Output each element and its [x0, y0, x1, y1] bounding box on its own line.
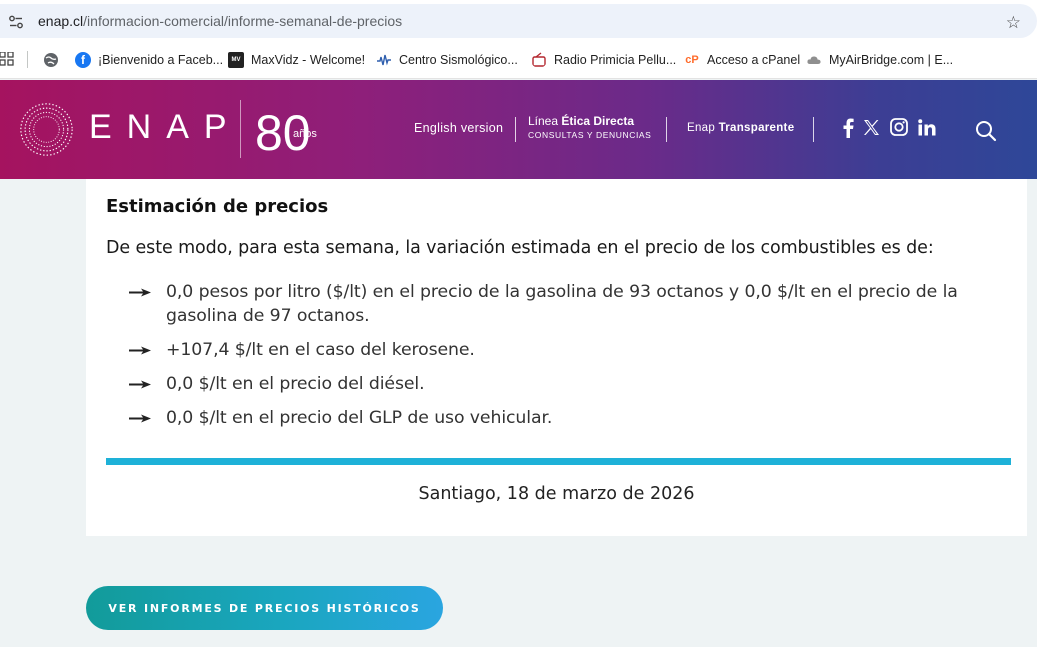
arrow-bullet-icon	[129, 414, 151, 423]
bookmarks-separator	[27, 51, 28, 68]
linea-subtitle: CONSULTAS Y DENUNCIAS	[528, 130, 652, 140]
enap-logo-icon[interactable]	[18, 101, 75, 158]
bookmark-radio[interactable]: Radio Primicia Pellu...	[531, 49, 676, 71]
list-item-text: 0,0 $/lt en el precio del diésel.	[166, 374, 425, 394]
bookmark-sismologico[interactable]: Centro Sismológico...	[376, 49, 518, 71]
anniversary-word: años	[293, 128, 317, 140]
price-variation-list: 0,0 pesos por litro ($/lt) en el precio …	[129, 280, 1019, 440]
bookmark-label: Centro Sismológico...	[399, 53, 518, 67]
list-item-text: 0,0 $/lt en el precio del GLP de uso veh…	[166, 408, 553, 428]
price-estimate-card: Estimación de precios De este modo, para…	[86, 179, 1027, 536]
bookmark-facebook[interactable]: f ¡Bienvenido a Faceb...	[75, 49, 223, 71]
arrow-bullet-icon	[129, 380, 151, 389]
bookmark-maxvidz[interactable]: MV MaxVidz - Welcome!	[228, 49, 365, 71]
list-item: 0,0 $/lt en el precio del diésel.	[129, 372, 1019, 396]
search-icon[interactable]	[975, 120, 997, 142]
radio-icon	[532, 52, 546, 67]
linkedin-icon[interactable]	[918, 119, 936, 136]
url-host: enap.cl	[38, 13, 84, 29]
bookmark-myairbridge[interactable]: MyAirBridge.com | E...	[806, 49, 953, 71]
bookmark-cpanel[interactable]: cP Acceso a cPanel	[684, 49, 800, 71]
bookmark-star-icon[interactable]: ☆	[1006, 13, 1021, 33]
section-title: Estimación de precios	[106, 196, 329, 217]
logo-divider	[240, 100, 241, 158]
bookmark-label: Acceso a cPanel	[707, 53, 801, 67]
site-header: ENAP 80 años English version Línea Ética…	[0, 80, 1037, 179]
x-twitter-icon[interactable]	[863, 119, 880, 136]
url-text[interactable]: enap.cl/informacion-comercial/informe-se…	[38, 13, 402, 29]
enap-logo-text[interactable]: ENAP	[89, 108, 242, 147]
80-anos-logo: 80 años	[255, 105, 317, 156]
instagram-icon[interactable]	[890, 118, 908, 136]
list-item: +107,4 $/lt en el caso del kerosene.	[129, 338, 1019, 362]
linea-etica-link[interactable]: Línea Ética Directa CONSULTAS Y DENUNCIA…	[528, 115, 651, 142]
apps-grid-icon[interactable]	[0, 52, 14, 66]
site-info-icon[interactable]	[8, 14, 24, 30]
list-item-text: +107,4 $/lt en el caso del kerosene.	[166, 340, 475, 360]
bookmark-label: MaxVidz - Welcome!	[251, 53, 366, 67]
list-item: 0,0 $/lt en el precio del GLP de uso veh…	[129, 406, 1019, 430]
linea-bold: Ética Directa	[561, 114, 635, 128]
browser-address-row: enap.cl/informacion-comercial/informe-se…	[0, 0, 1037, 42]
url-path: /informacion-comercial/informe-semanal-d…	[83, 13, 403, 29]
arrow-bullet-icon	[129, 346, 151, 355]
nav-divider	[813, 117, 814, 142]
facebook-icon: f	[75, 52, 91, 68]
section-divider	[106, 458, 1011, 465]
transparencia-link[interactable]: Enap Transparente	[687, 122, 794, 134]
globe-icon[interactable]	[43, 52, 59, 68]
list-item-text: 0,0 pesos por litro ($/lt) en el precio …	[166, 282, 958, 326]
address-bar[interactable]: enap.cl/informacion-comercial/informe-se…	[0, 4, 1037, 38]
nav-divider	[515, 117, 516, 142]
list-item: 0,0 pesos por litro ($/lt) en el precio …	[129, 280, 1019, 328]
english-version-link[interactable]: English version	[414, 121, 503, 135]
transparencia-prefix: Enap	[687, 122, 719, 134]
bookmark-label: Radio Primicia Pellu...	[554, 53, 677, 67]
intro-text: De este modo, para esta semana, la varia…	[106, 238, 934, 258]
bookmark-label: MyAirBridge.com | E...	[829, 53, 954, 67]
arrow-bullet-icon	[129, 288, 151, 297]
csn-icon	[377, 54, 391, 66]
facebook-icon[interactable]	[842, 118, 854, 138]
cloud-icon	[807, 56, 821, 64]
bookmarks-bar: f ¡Bienvenido a Faceb... MV MaxVidz - We…	[0, 42, 1037, 79]
dateline: Santiago, 18 de marzo de 2026	[418, 484, 695, 504]
historical-prices-button[interactable]: VER INFORMES DE PRECIOS HISTÓRICOS	[86, 586, 443, 630]
transparencia-bold: Transparente	[718, 122, 795, 134]
linea-prefix: Línea	[528, 114, 562, 128]
bookmark-label: ¡Bienvenido a Faceb...	[98, 53, 224, 67]
maxvidz-icon: MV	[228, 52, 244, 68]
nav-divider	[666, 117, 667, 142]
cpanel-icon: cP	[685, 54, 699, 66]
